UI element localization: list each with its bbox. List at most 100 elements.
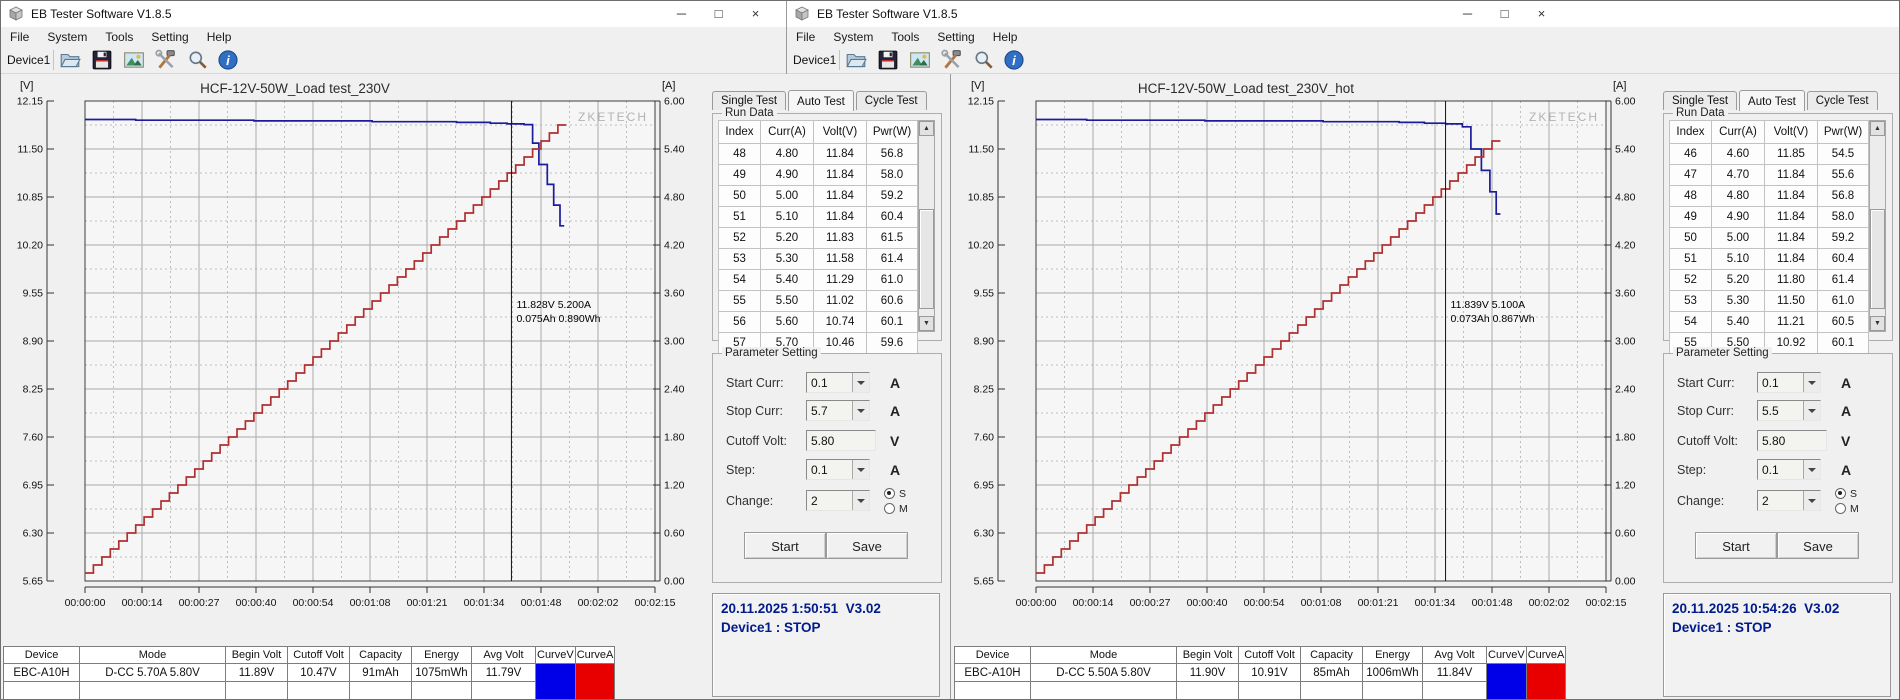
svg-text:11.839V 5.100A: 11.839V 5.100A bbox=[1451, 299, 1526, 311]
device-selector[interactable]: Device1 bbox=[793, 53, 836, 67]
status-column-header: Energy bbox=[411, 646, 472, 664]
run-data-cell: 50 bbox=[1669, 227, 1712, 249]
status-column-header: Capacity bbox=[349, 646, 412, 664]
run-data-cell: 10.92 bbox=[1764, 332, 1818, 354]
stop-curr-combo[interactable]: 5.5 bbox=[1757, 400, 1821, 421]
image-export-icon[interactable] bbox=[909, 49, 931, 71]
run-data-cell: 49 bbox=[1669, 206, 1712, 228]
status-empty-cell bbox=[1030, 681, 1177, 699]
run-data-row[interactable]: 46 4.60 11.85 54.5 bbox=[1669, 143, 1869, 165]
load-test-chart[interactable]: 12.15 11.50 10.85 10.20 9.55 8.90 8.25 7.60 6.95… bbox=[0, 75, 710, 620]
desktop: EB Tester Software V1.8.5 ─ □ × File Syst… bbox=[0, 0, 1900, 700]
svg-text:00:01:34: 00:01:34 bbox=[1415, 597, 1456, 609]
run-data-cell: 60.1 bbox=[1817, 332, 1869, 354]
load-test-chart[interactable]: 12.15 11.50 10.85 10.20 9.55 8.90 8.25 7.60 6.95… bbox=[951, 75, 1661, 620]
run-data-cell: 4.70 bbox=[1711, 164, 1765, 186]
change-value: 2 bbox=[1762, 494, 1769, 508]
svg-text:[V]: [V] bbox=[20, 80, 33, 92]
run-data-row[interactable]: 51 5.10 11.84 60.4 bbox=[1669, 248, 1869, 270]
scroll-up-button[interactable]: ▲ bbox=[1870, 121, 1885, 136]
svg-text:00:00:27: 00:00:27 bbox=[179, 597, 220, 609]
svg-text:0.60: 0.60 bbox=[664, 528, 685, 540]
run-data-scrollbar[interactable]: ▲ ▼ bbox=[1869, 120, 1886, 332]
menu-tools[interactable]: Tools bbox=[882, 27, 928, 44]
tab-auto-test[interactable]: Auto Test bbox=[1739, 90, 1805, 111]
run-data-cell: 5.00 bbox=[1711, 227, 1765, 249]
svg-text:3.00: 3.00 bbox=[664, 336, 685, 348]
svg-text:1.80: 1.80 bbox=[1615, 432, 1636, 444]
run-data-cell: 56.8 bbox=[1817, 185, 1869, 207]
svg-text:00:00:40: 00:00:40 bbox=[236, 597, 277, 609]
svg-text:12.15: 12.15 bbox=[968, 96, 994, 108]
run-data-cell: 58.0 bbox=[1817, 206, 1869, 228]
run-data-row[interactable]: 47 4.70 11.84 55.6 bbox=[1669, 164, 1869, 186]
chevron-down-icon[interactable] bbox=[1803, 460, 1820, 479]
cutoff-volt-field[interactable]: 5.80 bbox=[1757, 430, 1827, 451]
run-data-row[interactable]: 49 4.90 11.84 58.0 bbox=[1669, 206, 1869, 228]
run-data-cell: 52 bbox=[718, 227, 761, 249]
start-curr-combo[interactable]: 0.1 bbox=[1757, 372, 1821, 393]
status-empty-cell bbox=[1176, 681, 1239, 699]
run-data-cell: 5.40 bbox=[1711, 311, 1765, 333]
tab-cycle-test[interactable]: Cycle Test bbox=[1806, 91, 1878, 110]
menu-system[interactable]: System bbox=[824, 27, 882, 44]
app-icon bbox=[794, 6, 810, 22]
run-data-row[interactable]: 52 5.20 11.80 61.4 bbox=[1669, 269, 1869, 291]
run-data-cell: 61.4 bbox=[1817, 269, 1869, 291]
status-column-header: CurveV bbox=[1486, 646, 1527, 664]
status-column-header: Cutoff Volt bbox=[1238, 646, 1301, 664]
change-combo[interactable]: 2 bbox=[1757, 490, 1821, 511]
start-button[interactable]: Start bbox=[1695, 532, 1777, 559]
svg-text:6.30: 6.30 bbox=[974, 528, 995, 540]
svg-text:4.20: 4.20 bbox=[1615, 240, 1636, 252]
chevron-down-icon[interactable] bbox=[1803, 401, 1820, 420]
device-status-value-row: EBC-A10H D-CC 5.70A 5.80V 11.89V 10.47V 91mA… bbox=[3, 663, 616, 699]
svg-text:[A]: [A] bbox=[1613, 80, 1626, 92]
save-icon[interactable] bbox=[877, 49, 899, 71]
run-data-cell: 61.0 bbox=[1817, 290, 1869, 312]
svg-text:10.85: 10.85 bbox=[17, 192, 43, 204]
svg-text:00:00:54: 00:00:54 bbox=[293, 597, 334, 609]
save-button[interactable]: Save bbox=[1777, 532, 1859, 559]
status-empty-cell bbox=[471, 681, 536, 699]
stop-curr-unit: A bbox=[1841, 403, 1852, 419]
status-column-header: Begin Volt bbox=[1176, 646, 1239, 664]
svg-text:12.15: 12.15 bbox=[17, 96, 43, 108]
menu-file[interactable]: File bbox=[787, 27, 824, 44]
chevron-down-icon[interactable] bbox=[1803, 373, 1820, 392]
status-column-header: Capacity bbox=[1300, 646, 1363, 664]
svg-text:10.20: 10.20 bbox=[968, 240, 994, 252]
chevron-down-icon[interactable] bbox=[1803, 491, 1820, 510]
step-combo[interactable]: 0.1 bbox=[1757, 459, 1821, 480]
run-data-cell: 60.5 bbox=[1817, 311, 1869, 333]
svg-text:3.60: 3.60 bbox=[664, 288, 685, 300]
scroll-thumb[interactable] bbox=[1870, 209, 1885, 309]
run-data-cell: 51 bbox=[718, 206, 761, 228]
step-unit: A bbox=[1841, 462, 1852, 478]
run-column-header: Index bbox=[718, 120, 761, 144]
status-box: 20.11.2025 10:54:26 V3.02 Device1 : STOP bbox=[1663, 593, 1891, 697]
status-column-header: Cutoff Volt bbox=[287, 646, 350, 664]
cutoff-volt-label: Cutoff Volt: bbox=[1677, 434, 1738, 448]
run-data-cell: 50 bbox=[718, 185, 761, 207]
run-data-row[interactable]: 54 5.40 11.21 60.5 bbox=[1669, 311, 1869, 333]
stop-curr-value: 5.5 bbox=[1762, 404, 1779, 418]
run-data-cell: 59.2 bbox=[1817, 227, 1869, 249]
svg-text:00:00:00: 00:00:00 bbox=[65, 597, 106, 609]
status-value-cell: D-CC 5.50A 5.80V bbox=[1030, 663, 1177, 682]
scroll-down-button[interactable]: ▼ bbox=[1870, 316, 1885, 331]
radio-seconds[interactable] bbox=[1835, 488, 1846, 499]
svg-text:ZKETECH: ZKETECH bbox=[1529, 110, 1599, 124]
run-data-cell: 60.4 bbox=[1817, 248, 1869, 270]
change-unit-radios: S M bbox=[1835, 486, 1859, 516]
run-data-row[interactable]: 50 5.00 11.84 59.2 bbox=[1669, 227, 1869, 249]
run-data-row[interactable]: 53 5.30 11.50 61.0 bbox=[1669, 290, 1869, 312]
svg-text:11.50: 11.50 bbox=[18, 144, 44, 156]
svg-text:11.828V 5.200A: 11.828V 5.200A bbox=[516, 299, 591, 311]
run-data-cell: 51 bbox=[1669, 248, 1712, 270]
run-data-row[interactable]: 48 4.80 11.84 56.8 bbox=[1669, 185, 1869, 207]
run-data-cell: 55.6 bbox=[1817, 164, 1869, 186]
radio-minutes[interactable] bbox=[1835, 503, 1846, 514]
device-status-header-row: Device Mode Begin Volt Cutoff Volt Capacity E… bbox=[954, 646, 1567, 664]
open-file-icon[interactable] bbox=[845, 49, 867, 71]
